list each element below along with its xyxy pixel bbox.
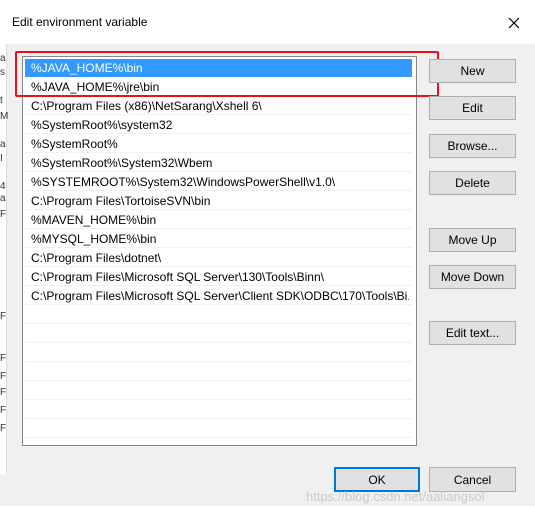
background-glyph: M [0, 111, 9, 122]
path-list-item-text: %SystemRoot%\system32 [31, 118, 173, 132]
empty-list-row [25, 382, 412, 400]
edit-text-button[interactable]: Edit text... [429, 321, 516, 345]
delete-button[interactable]: Delete [429, 171, 516, 195]
edit-button[interactable]: Edit [429, 96, 516, 120]
background-glyph: F [0, 311, 7, 322]
path-list-item-text: C:\Program Files\Microsoft SQL Server\13… [31, 270, 324, 284]
path-list-item[interactable]: C:\Program Files (x86)\NetSarang\Xshell … [25, 97, 412, 115]
browse-button[interactable]: Browse... [429, 134, 516, 158]
empty-list-row [25, 325, 412, 343]
path-list-item[interactable]: %MYSQL_HOME%\bin [25, 230, 412, 248]
empty-list-row [25, 401, 412, 419]
path-list-item-text: %JAVA_HOME%\jre\bin [31, 80, 160, 94]
path-list-item[interactable]: C:\Program Files\Microsoft SQL Server\13… [25, 268, 412, 286]
path-list-item[interactable]: %SYSTEMROOT%\System32\WindowsPowerShell\… [25, 173, 412, 191]
background-strip [0, 506, 535, 517]
move-down-button[interactable]: Move Down [429, 265, 516, 289]
background-glyph: I [0, 153, 3, 164]
new-button[interactable]: New [429, 59, 516, 83]
path-list-item[interactable]: %SystemRoot% [25, 135, 412, 153]
ok-button[interactable]: OK [334, 467, 420, 492]
path-list-item-text: C:\Program Files\dotnet\ [31, 251, 162, 265]
dialog-title: Edit environment variable [12, 15, 148, 29]
path-list-item-text: %JAVA_HOME%\bin [31, 61, 143, 75]
path-list-item[interactable]: %SystemRoot%\system32 [25, 116, 412, 134]
edit-environment-variable-dialog: Edit environment variable astMaI4aFFFFFF… [0, 0, 535, 517]
empty-list-row [25, 344, 412, 362]
path-list-item-text: C:\Program Files\TortoiseSVN\bin [31, 194, 211, 208]
path-list-item-text: C:\Program Files (x86)\NetSarang\Xshell … [31, 99, 262, 113]
background-glyph: a [0, 139, 6, 150]
background-window-edge: astMaI4aFFFFFFF [0, 44, 9, 474]
background-glyph: a [0, 53, 6, 64]
path-list-item[interactable]: C:\Program Files\dotnet\ [25, 249, 412, 267]
empty-list-row [25, 363, 412, 381]
background-glyph: F [0, 387, 7, 398]
move-up-button[interactable]: Move Up [429, 228, 516, 252]
close-button[interactable] [500, 11, 528, 35]
background-glyph: F [0, 353, 7, 364]
path-list-item[interactable]: C:\Program Files\TortoiseSVN\bin [25, 192, 412, 210]
path-list-item[interactable]: %SystemRoot%\System32\Wbem [25, 154, 412, 172]
background-glyph: F [0, 371, 7, 382]
background-glyph: s [0, 67, 5, 78]
path-list-item[interactable]: %JAVA_HOME%\bin [25, 59, 412, 77]
path-list-item[interactable]: %MAVEN_HOME%\bin [25, 211, 412, 229]
path-list[interactable]: %JAVA_HOME%\bin %JAVA_HOME%\jre\bin C:\Pro… [22, 56, 417, 446]
empty-list-row [25, 420, 412, 438]
title-bar: Edit environment variable [0, 0, 535, 44]
empty-list-row [25, 306, 412, 324]
path-list-item[interactable]: %JAVA_HOME%\jre\bin [25, 78, 412, 96]
path-list-item-text: C:\Program Files\Microsoft SQL Server\Cl… [31, 289, 409, 303]
cancel-button[interactable]: Cancel [429, 467, 516, 492]
path-list-item-text: %SYSTEMROOT%\System32\WindowsPowerShell\… [31, 175, 336, 189]
path-list-item[interactable]: C:\Program Files\Microsoft SQL Server\Cl… [25, 287, 412, 305]
background-glyph: 4 [0, 181, 6, 192]
path-list-item-text: %SystemRoot%\System32\Wbem [31, 156, 213, 170]
close-icon [508, 17, 520, 29]
path-list-item-text: %SystemRoot% [31, 137, 118, 151]
background-glyph: t [0, 95, 3, 106]
background-glyph: a [0, 193, 6, 204]
path-list-item-text: %MAVEN_HOME%\bin [31, 213, 157, 227]
background-glyph: F [0, 209, 7, 220]
background-glyph: F [0, 423, 7, 434]
path-list-item-text: %MYSQL_HOME%\bin [31, 232, 157, 246]
background-glyph: F [0, 405, 7, 416]
